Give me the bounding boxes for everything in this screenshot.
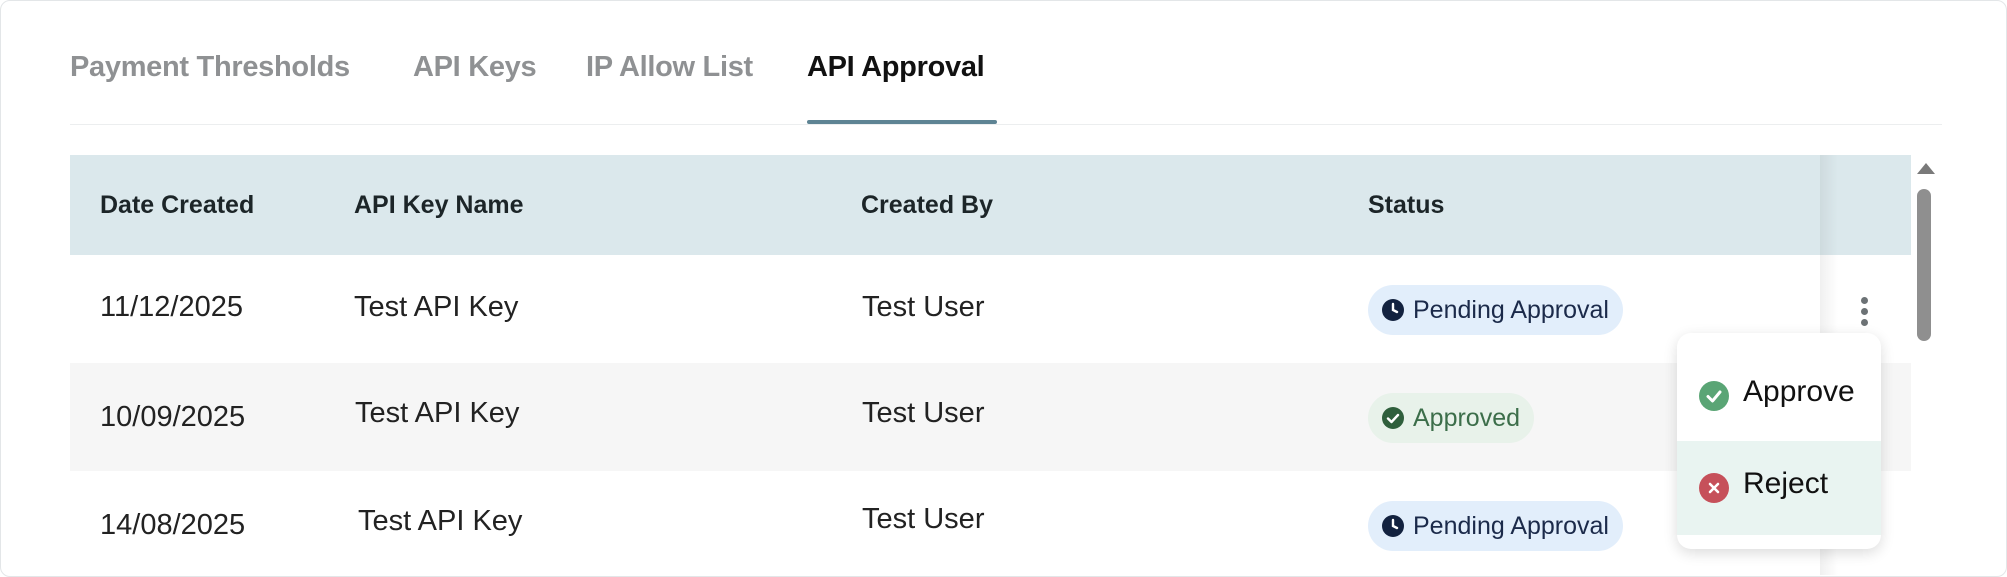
cell-date-created: 11/12/2025 — [100, 291, 243, 323]
status-badge: Pending Approval — [1368, 501, 1623, 551]
reject-menu-item[interactable]: Reject — [1677, 441, 1881, 535]
active-tab-indicator — [807, 120, 997, 124]
table-scrollbar[interactable] — [1913, 155, 1935, 576]
status-badge: Approved — [1368, 393, 1535, 443]
approve-menu-item[interactable]: Approve — [1677, 333, 1881, 441]
check-circle-icon — [1382, 407, 1404, 429]
cell-created-by: Test User — [862, 397, 985, 429]
cell-api-key-name: Test API Key — [355, 397, 520, 429]
status-text: Pending Approval — [1413, 511, 1609, 540]
column-header-created-by[interactable]: Created By — [861, 191, 993, 220]
scroll-up-arrow-icon[interactable] — [1917, 163, 1935, 174]
approve-label: Approve — [1743, 375, 1855, 408]
cell-api-key-name: Test API Key — [358, 505, 523, 537]
column-header-date-created[interactable]: Date Created — [100, 191, 254, 220]
row-actions-menu: Approve Reject — [1677, 333, 1881, 549]
cell-created-by: Test User — [862, 503, 985, 535]
check-circle-icon — [1699, 381, 1729, 411]
table-row: 11/12/2025 Test API Key Test User Pendin… — [70, 255, 1911, 363]
cell-created-by: Test User — [862, 291, 985, 323]
tab-api-approval[interactable]: API Approval — [807, 51, 985, 84]
cell-date-created: 10/09/2025 — [100, 401, 246, 433]
tab-ip-allow-list[interactable]: IP Allow List — [586, 51, 753, 84]
table-row: 10/09/2025 Test API Key Test User Approv… — [70, 363, 1911, 471]
api-approval-panel: Payment Thresholds API Keys IP Allow Lis… — [0, 0, 2007, 577]
x-circle-icon — [1699, 473, 1729, 503]
clock-icon — [1382, 299, 1404, 321]
clock-icon — [1382, 515, 1404, 537]
cell-api-key-name: Test API Key — [354, 291, 519, 323]
status-badge: Pending Approval — [1368, 285, 1623, 335]
column-header-api-key-name[interactable]: API Key Name — [354, 191, 524, 220]
tab-payment-thresholds[interactable]: Payment Thresholds — [70, 51, 350, 84]
tab-api-keys[interactable]: API Keys — [413, 51, 537, 84]
table-row: 14/08/2025 Test API Key Test User Pendin… — [70, 471, 1911, 576]
cell-date-created: 14/08/2025 — [100, 509, 246, 541]
reject-label: Reject — [1743, 467, 1829, 500]
more-vertical-icon[interactable] — [1853, 293, 1877, 329]
settings-tabs: Payment Thresholds API Keys IP Allow Lis… — [70, 1, 1942, 125]
status-text: Approved — [1413, 403, 1521, 432]
table-header: Date Created API Key Name Created By Sta… — [70, 155, 1911, 255]
scrollbar-thumb[interactable] — [1917, 189, 1931, 341]
status-text: Pending Approval — [1413, 295, 1609, 324]
column-header-status[interactable]: Status — [1368, 191, 1444, 220]
